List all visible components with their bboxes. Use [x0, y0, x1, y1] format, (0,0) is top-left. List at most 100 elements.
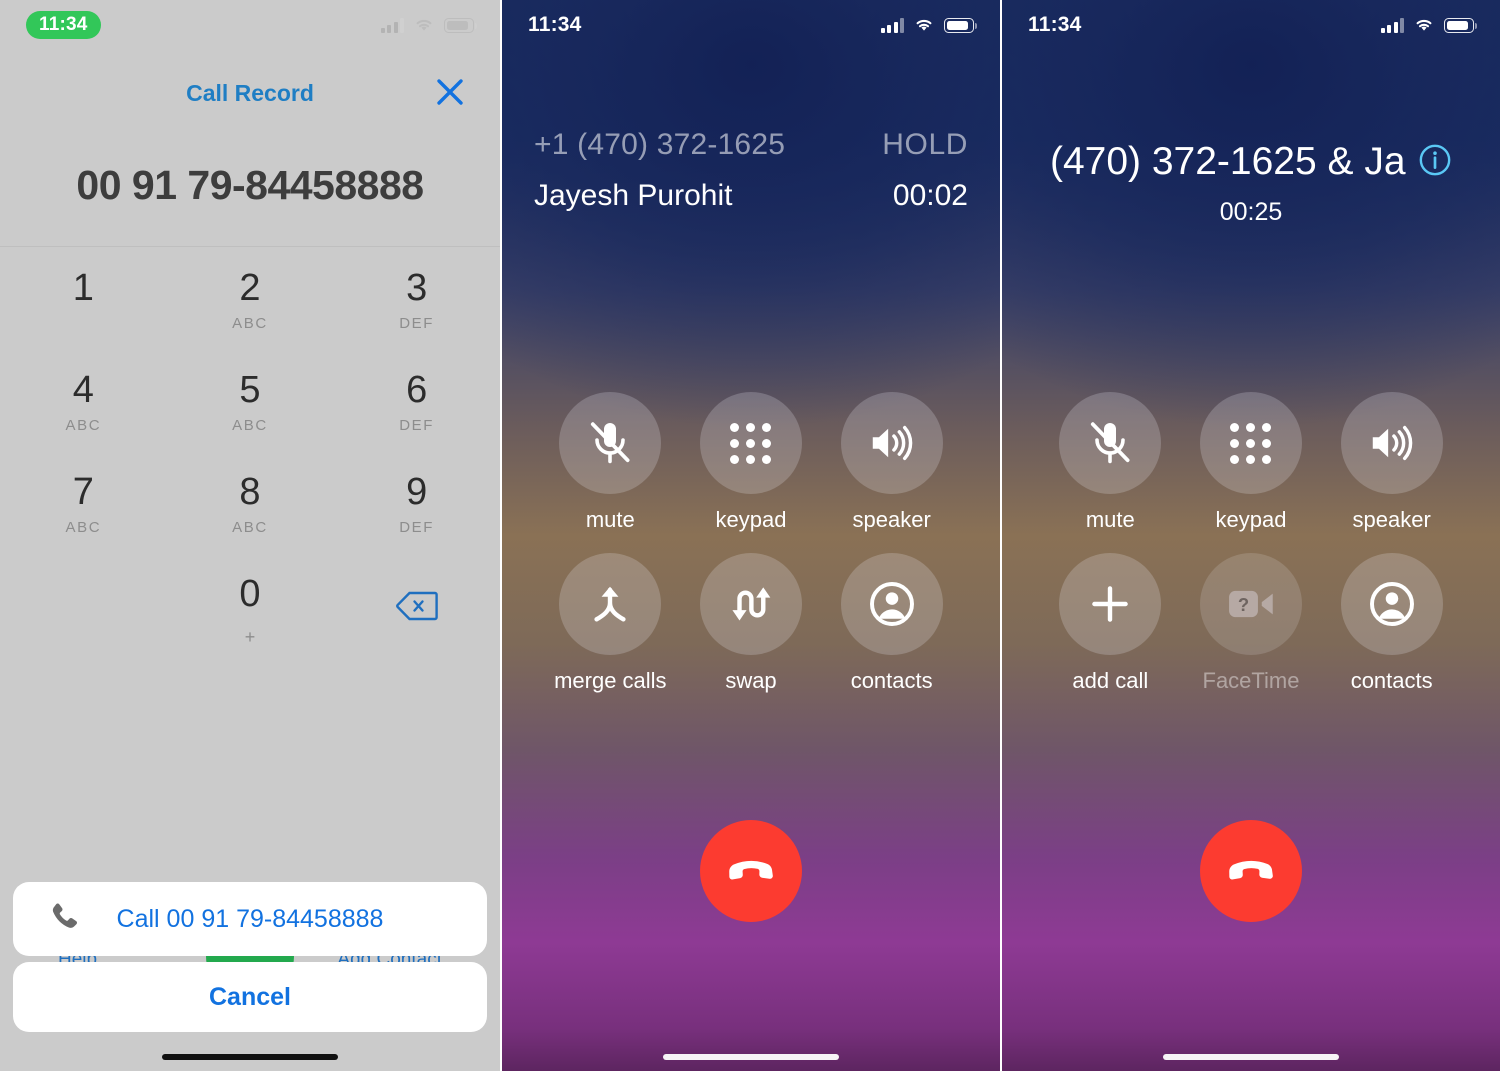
key-3[interactable]: 3 DEF — [333, 256, 500, 358]
control-keypad[interactable]: keypad — [1181, 392, 1322, 533]
key-digit: 9 — [406, 471, 428, 513]
home-indicator — [663, 1054, 839, 1060]
control-contacts[interactable]: contacts — [821, 553, 962, 694]
wifi-icon — [916, 19, 932, 31]
swap-arrows-icon — [732, 587, 771, 621]
action-sheet-cancel-label: Cancel — [209, 982, 291, 1011]
backspace-delete-icon[interactable] — [333, 562, 500, 664]
speaker-button[interactable] — [1340, 392, 1443, 494]
key-0[interactable]: 0 + — [167, 562, 334, 664]
control-keypad[interactable]: keypad — [681, 392, 822, 533]
action-sheet-cancel-button[interactable]: Cancel — [13, 962, 487, 1032]
key-6[interactable]: 6 DEF — [333, 358, 500, 460]
action-sheet-call-button[interactable]: Call 00 91 79-84458888 — [13, 882, 487, 956]
contacts-button[interactable] — [1340, 553, 1443, 655]
status-indicators — [880, 17, 977, 33]
swap-label: swap — [725, 668, 777, 693]
status-bar-panel3: 11:34 — [1002, 0, 1500, 50]
contacts-button[interactable] — [840, 553, 943, 655]
held-call-status: HOLD — [882, 128, 968, 161]
status-bar-panel1: 11:34 — [0, 0, 500, 50]
page-title: Call Record — [186, 80, 314, 106]
contacts-label: contacts — [1350, 668, 1433, 693]
merge-calls-button[interactable] — [559, 553, 662, 655]
swap-button[interactable] — [699, 553, 802, 655]
home-indicator — [162, 1054, 338, 1060]
key-7[interactable]: 7 ABC — [0, 460, 167, 562]
mute-button[interactable] — [1059, 392, 1162, 494]
cellular-bars-icon — [380, 17, 404, 33]
call-header-panel2: +1 (470) 372-1625 HOLD Jayesh Purohit 00… — [502, 128, 1000, 213]
control-facetime: ? FaceTime — [1181, 553, 1322, 694]
control-mute[interactable]: mute — [540, 392, 681, 533]
info-circle-icon[interactable] — [1418, 143, 1452, 182]
panel-incall-merged: 11:34 (470) 372-1625 & Ja 00:25 mute key… — [1000, 0, 1500, 1071]
key-letters: ABC — [232, 519, 268, 537]
status-bar-panel2: 11:34 — [502, 0, 1000, 50]
control-contacts[interactable]: contacts — [1321, 553, 1462, 694]
key-digit: 4 — [72, 369, 94, 411]
microphone-slash-icon — [1091, 422, 1130, 464]
facetime-video-icon: ? — [1229, 590, 1273, 618]
battery-icon — [1444, 17, 1477, 33]
key-letters: DEF — [399, 519, 435, 537]
control-mute[interactable]: mute — [1040, 392, 1181, 533]
key-digit: 6 — [406, 369, 428, 411]
add-call-button[interactable] — [1059, 553, 1162, 655]
end-call-button[interactable] — [700, 820, 802, 922]
status-time: 11:34 — [1028, 13, 1082, 36]
action-sheet-call-label: Call 00 91 79-84458888 — [116, 904, 384, 933]
key-digit: 3 — [406, 267, 428, 309]
key-digit: 5 — [239, 369, 261, 411]
key-8[interactable]: 8 ABC — [167, 460, 334, 562]
keypad-button[interactable] — [699, 392, 802, 494]
call-controls-grid-panel2: mute keypad speaker merge calls swap con… — [502, 392, 1000, 694]
key-5[interactable]: 5 ABC — [167, 358, 334, 460]
phone-handset-icon — [47, 900, 81, 939]
end-call-button[interactable] — [1200, 820, 1302, 922]
control-merge-calls[interactable]: merge calls — [540, 553, 681, 694]
key-digit: 1 — [72, 267, 94, 309]
three-phone-screenshots: 11:34 Call Record 00 91 79-84458888 1 2 … — [0, 0, 1500, 1071]
held-call-row[interactable]: +1 (470) 372-1625 HOLD — [534, 128, 968, 162]
mute-button[interactable] — [559, 392, 662, 494]
cellular-bars-icon — [880, 17, 904, 33]
battery-icon — [944, 17, 977, 33]
keypad-dots-icon — [1230, 422, 1272, 464]
person-circle-icon — [869, 582, 914, 626]
speaker-button[interactable] — [840, 392, 943, 494]
control-swap[interactable]: swap — [681, 553, 822, 694]
microphone-slash-icon — [591, 422, 630, 464]
header-divider — [0, 246, 500, 247]
key-9[interactable]: 9 DEF — [333, 460, 500, 562]
plus-icon — [1092, 586, 1129, 622]
cellular-bars-icon — [1380, 17, 1404, 33]
merge-arrow-icon — [594, 586, 626, 622]
key-1[interactable]: 1 — [0, 256, 167, 358]
key-letters: ABC — [232, 315, 268, 333]
call-controls-grid-panel3: mute keypad speaker add call ? FaceTime … — [1002, 392, 1500, 694]
key-letters: DEF — [399, 315, 435, 333]
close-icon[interactable] — [430, 72, 470, 112]
conference-call-title: (470) 372-1625 & Ja — [1049, 140, 1406, 183]
keypad-button[interactable] — [1199, 392, 1302, 494]
control-speaker[interactable]: speaker — [821, 392, 962, 533]
status-time-pill: 11:34 — [26, 11, 101, 39]
key-digit: 7 — [72, 471, 94, 513]
key-4[interactable]: 4 ABC — [0, 358, 167, 460]
keypad-label: keypad — [715, 507, 787, 532]
status-time: 11:34 — [528, 13, 582, 36]
control-add-call[interactable]: add call — [1040, 553, 1181, 694]
wifi-icon — [1416, 19, 1432, 31]
merge-calls-label: merge calls — [554, 668, 667, 693]
speaker-label: speaker — [1352, 507, 1431, 532]
mute-label: mute — [1085, 507, 1135, 532]
facetime-label: FaceTime — [1202, 668, 1300, 693]
wifi-icon — [416, 19, 432, 31]
status-indicators — [1380, 17, 1477, 33]
conference-call-timer: 00:25 — [1219, 198, 1283, 226]
control-speaker[interactable]: speaker — [1321, 392, 1462, 533]
svg-text:?: ? — [1238, 594, 1249, 615]
keypad-label: keypad — [1215, 507, 1287, 532]
key-2[interactable]: 2 ABC — [167, 256, 334, 358]
